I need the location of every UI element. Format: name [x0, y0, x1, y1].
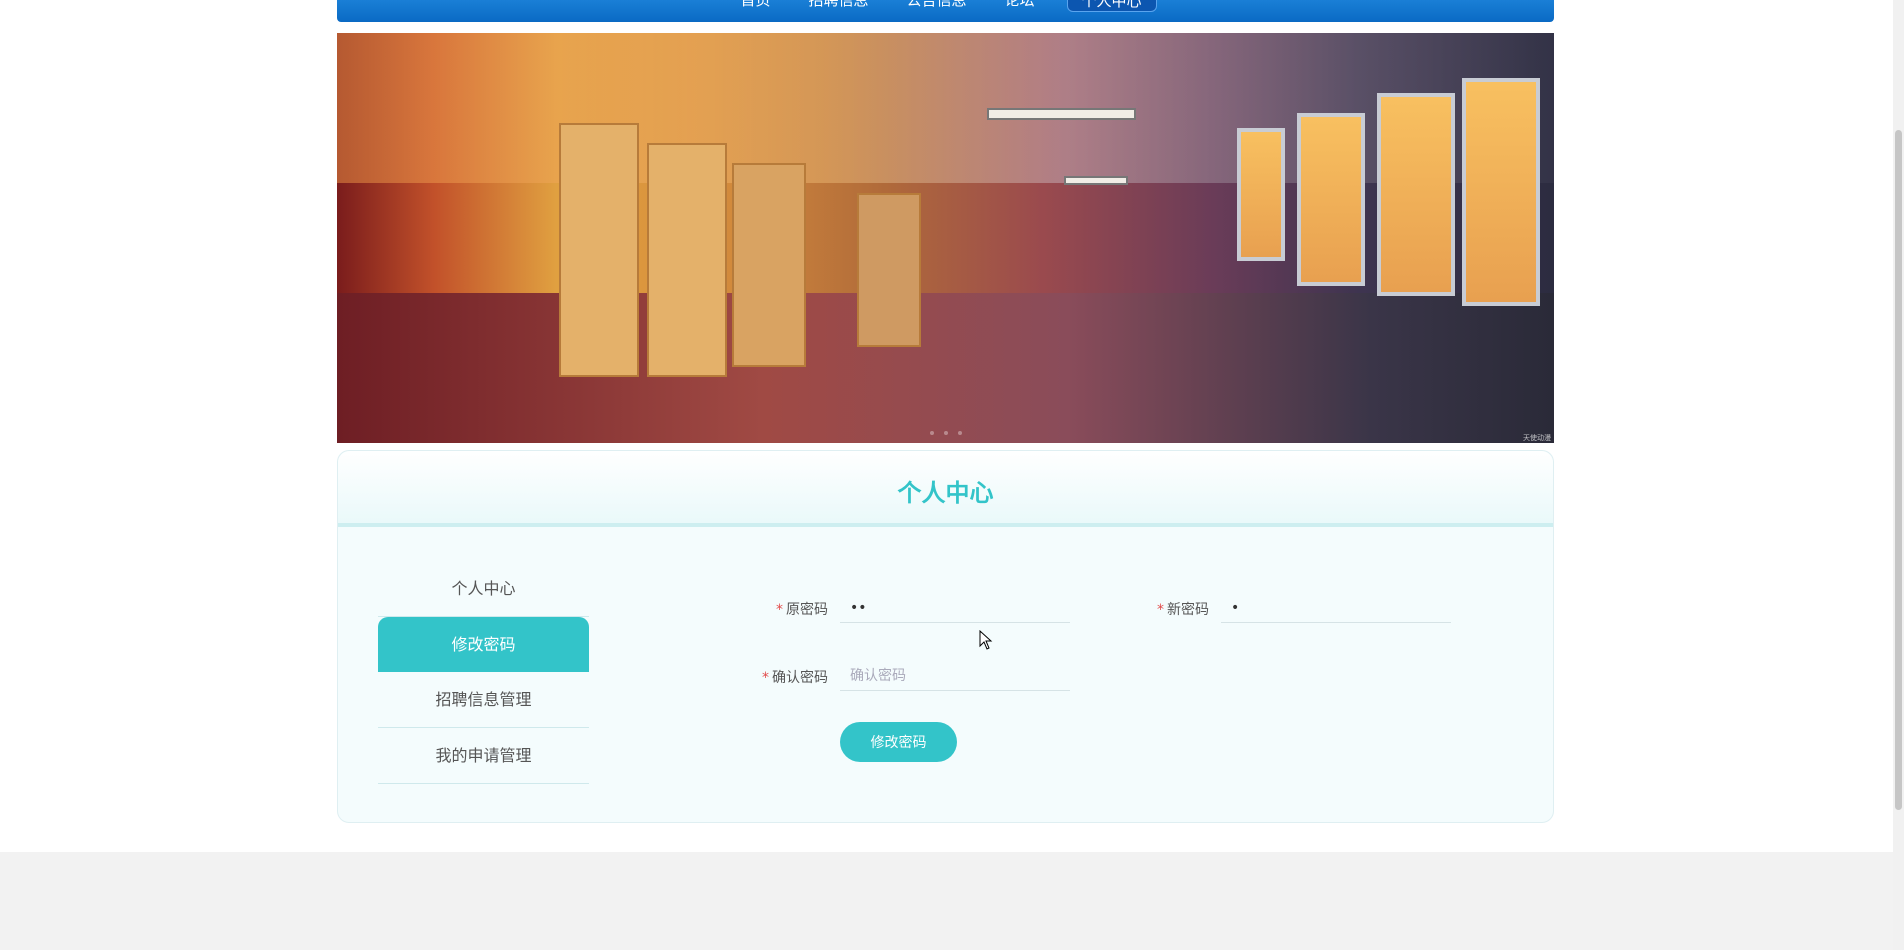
banner-floor	[337, 293, 1554, 443]
carousel-dot[interactable]	[929, 431, 934, 435]
banner-ceiling	[337, 33, 1554, 183]
carousel-dot[interactable]	[943, 431, 948, 435]
carousel-dots	[337, 431, 1554, 435]
banner-window	[1377, 93, 1455, 296]
carousel-dot[interactable]	[957, 431, 962, 435]
footer	[0, 852, 1893, 950]
sidebar-menu: 个人中心 修改密码 招聘信息管理 我的申请管理	[378, 561, 589, 784]
new-password-input[interactable]	[1221, 593, 1451, 623]
banner-window	[1237, 128, 1285, 261]
banner-watermark: 天使动漫	[1523, 434, 1551, 442]
new-password-label: * 新密码	[1157, 602, 1209, 618]
sidebar-item-profile[interactable]: 个人中心	[378, 561, 589, 617]
banner-door	[647, 143, 727, 377]
old-password-label: * 原密码	[776, 602, 828, 618]
banner-lamp	[987, 108, 1136, 120]
banner-window	[1462, 78, 1540, 306]
banner-window	[1297, 113, 1365, 286]
nav-item-jobs[interactable]: 招聘信息	[802, 0, 874, 12]
page-title: 个人中心	[897, 479, 994, 507]
panel-header: 个人中心	[338, 451, 1553, 527]
sidebar-item-application-management[interactable]: 我的申请管理	[378, 728, 589, 784]
nav-item-forum[interactable]: 论坛	[999, 0, 1041, 12]
nav-item-profile[interactable]: 个人中心	[1066, 0, 1157, 12]
old-password-input[interactable]	[840, 593, 1070, 623]
change-password-button[interactable]: 修改密码	[840, 722, 957, 762]
nav-items: 首页 招聘信息 公告信息 论坛 个人中心	[337, 0, 1554, 12]
banner-door	[857, 193, 921, 347]
confirm-password-input[interactable]	[840, 661, 1070, 691]
sidebar-item-change-password[interactable]: 修改密码	[378, 617, 589, 672]
mouse-cursor-icon	[979, 630, 993, 650]
banner-lamp	[1064, 176, 1128, 185]
sidebar-item-job-management[interactable]: 招聘信息管理	[378, 672, 589, 728]
nav-item-notices[interactable]: 公告信息	[900, 0, 972, 12]
profile-panel: 个人中心 个人中心 修改密码 招聘信息管理 我的申请管理 *原密码 *新密码 *…	[337, 450, 1554, 823]
banner-door	[732, 163, 806, 367]
banner-door	[559, 123, 639, 377]
nav-item-home[interactable]: 首页	[734, 0, 776, 12]
top-nav: 首页 招聘信息 公告信息 论坛 个人中心	[337, 0, 1554, 22]
banner-carousel[interactable]: 天使动漫	[337, 33, 1554, 443]
page-scrollbar[interactable]	[1893, 0, 1904, 950]
confirm-password-label: * 确认密码	[762, 670, 828, 686]
scrollbar-thumb[interactable]	[1895, 130, 1902, 810]
